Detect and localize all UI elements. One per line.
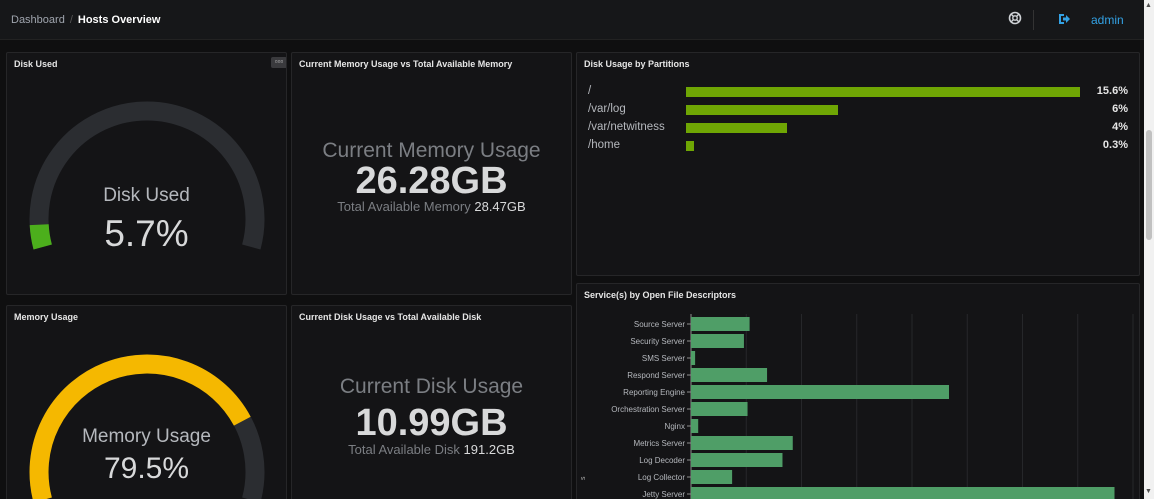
y-tick-label: Source Server: [634, 320, 685, 329]
chart-bar[interactable]: [691, 470, 733, 484]
page-scrollbar[interactable]: ▲ ▼: [1144, 0, 1154, 499]
partition-bar: [686, 141, 694, 151]
stat-title: Current Disk Usage: [339, 375, 524, 398]
gauge-value: 5.7%: [104, 213, 189, 254]
chart-bar[interactable]: [691, 385, 950, 399]
gauge-label: Memory Usage: [82, 426, 211, 447]
disk-used-panel: Disk Used ▫▫▫ Disk Used 5.7%: [6, 52, 287, 295]
y-tick-label: Respond Server: [627, 371, 685, 380]
partition-row-root: / 15.6%: [577, 85, 1139, 99]
top-bar: Dashboard / Hosts Overview admin: [0, 0, 1144, 40]
open-fd-panel: Service(s) by Open File Descriptors Sour…: [576, 283, 1140, 499]
disk-used-gauge: [29, 101, 265, 250]
current-memory-panel: Current Memory Usage vs Total Available …: [291, 52, 572, 295]
partition-name: /var/log: [588, 103, 626, 115]
partition-row-var-log: /var/log 6%: [577, 103, 1139, 117]
y-tick-label: Log Collector: [638, 473, 685, 482]
disk-partitions-panel: Disk Usage by Partitions / 15.6% /var/lo…: [576, 52, 1140, 276]
partition-name: /var/netwitness: [588, 121, 665, 133]
panel-title: Disk Usage by Partitions: [584, 59, 690, 69]
partition-name: /home: [588, 139, 620, 151]
y-tick-label: Jetty Server: [642, 490, 685, 499]
chart-bar[interactable]: [691, 402, 748, 416]
y-tick-label: Metrics Server: [633, 439, 685, 448]
topbar-divider: [1033, 10, 1034, 30]
user-menu[interactable]: admin: [1091, 13, 1124, 27]
chart-bar[interactable]: [691, 334, 744, 348]
y-tick-label: Reporting Engine: [623, 388, 685, 397]
y-tick-label: Nginx: [665, 422, 685, 431]
page-title: Hosts Overview: [77, 14, 161, 26]
partition-bar: [686, 105, 838, 115]
y-tick-label: SMS Server: [642, 354, 685, 363]
breadcrumb-dashboard-link[interactable]: Dashboard: [11, 14, 65, 26]
chart-bar[interactable]: [691, 351, 696, 365]
partition-row-var-netwitness: /var/netwitness 4%: [577, 121, 1139, 135]
app-window: Dashboard / Hosts Overview admin Disk Used…: [0, 0, 1144, 499]
chart-bar[interactable]: [691, 436, 793, 450]
gauge-value: 79.5%: [103, 452, 190, 485]
gauge-label: Disk Used: [103, 185, 190, 206]
scroll-down-arrow-icon[interactable]: ▼: [1145, 488, 1152, 495]
stat-sub-label: Total Available Disk: [348, 442, 460, 457]
partition-bar: [686, 123, 788, 133]
stat-subtitle: Total Available Memory 28.47GB: [292, 199, 571, 214]
panel-title: Current Disk Usage vs Total Available Di…: [299, 312, 482, 322]
chart-bar[interactable]: [691, 368, 768, 382]
partition-percent: 6%: [1112, 103, 1128, 115]
y-tick-label: Orchestration Server: [611, 405, 685, 414]
scrollbar-thumb[interactable]: [1146, 130, 1152, 240]
breadcrumb-separator: /: [69, 14, 73, 26]
chart-bar[interactable]: [691, 317, 750, 331]
stat-value: 26.28GB: [355, 160, 508, 202]
stat-value: 10.99GB: [355, 402, 508, 444]
chart-bar[interactable]: [691, 419, 699, 433]
y-tick-label: Log Decoder: [639, 456, 685, 465]
stat-subtitle: Total Available Disk 191.2GB: [292, 442, 571, 457]
partition-bar: [686, 87, 1080, 97]
scroll-up-arrow-icon[interactable]: ▲: [1145, 2, 1152, 9]
partition-row-home: /home 0.3%: [577, 139, 1139, 153]
breadcrumb: Dashboard / Hosts Overview: [11, 14, 160, 26]
open-fd-chart: Source Server Security Server SMS Server Re…: [611, 314, 1134, 499]
partition-percent: 4%: [1112, 121, 1128, 133]
stat-sub-value: 191.2GB: [463, 442, 515, 457]
partition-percent: 15.6%: [1096, 85, 1128, 97]
chart-bar[interactable]: [691, 453, 783, 467]
globe-help-icon[interactable]: [1008, 11, 1022, 25]
chart-bar[interactable]: [691, 487, 1115, 499]
y-tick-label: Security Server: [630, 337, 685, 346]
panel-title: Current Memory Usage vs Total Available …: [299, 59, 513, 69]
memory-usage-panel: Memory Usage Memory Usage 79.5%: [6, 305, 287, 499]
y-axis-title: s: [580, 476, 587, 481]
stat-sub-label: Total Available Memory: [337, 199, 471, 214]
stat-sub-value: 28.47GB: [474, 199, 526, 214]
partition-name: /: [588, 85, 592, 97]
current-disk-panel: Current Disk Usage vs Total Available Di…: [291, 305, 572, 499]
partition-percent: 0.3%: [1102, 139, 1128, 151]
sign-out-icon[interactable]: [1057, 12, 1071, 26]
